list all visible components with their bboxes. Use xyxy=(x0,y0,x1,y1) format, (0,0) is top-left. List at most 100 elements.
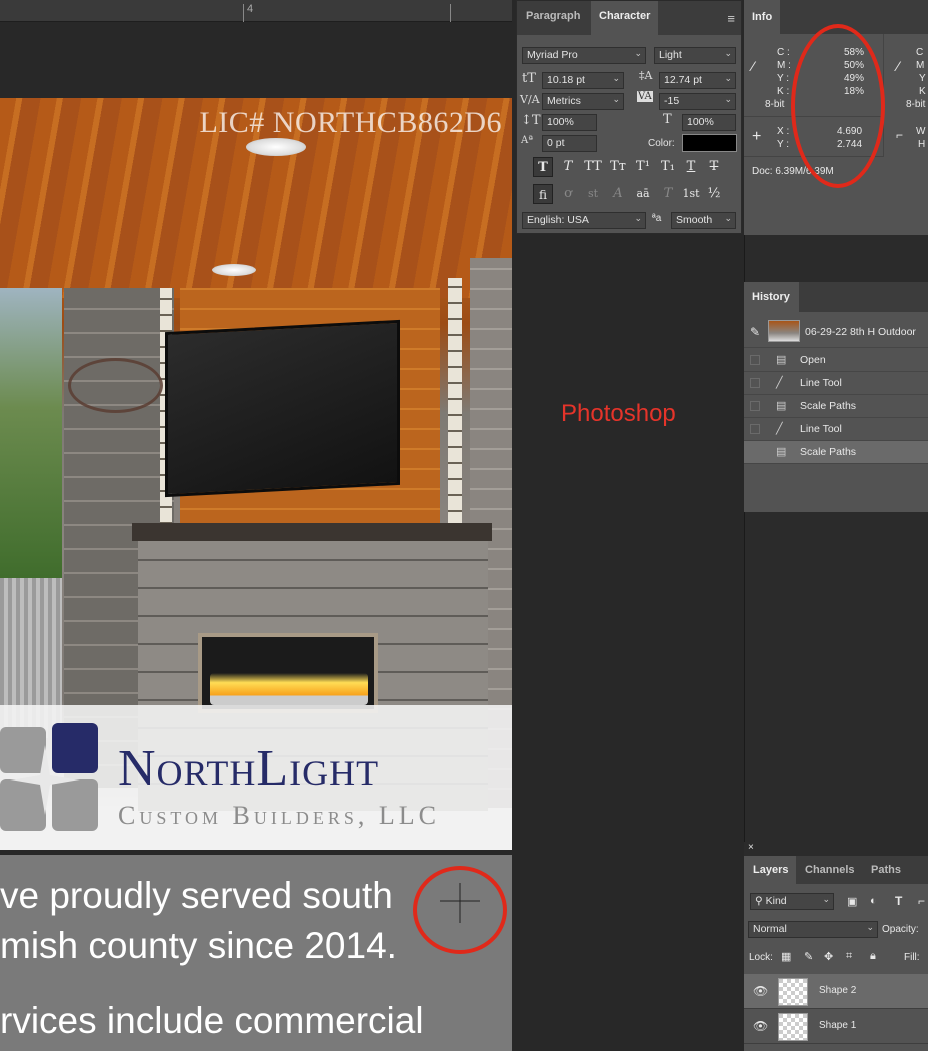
ligatures-button[interactable]: fi xyxy=(533,184,553,204)
seahawks-emblem xyxy=(68,358,163,413)
close-panel-icon[interactable]: × xyxy=(748,842,754,853)
right-magenta-label: M xyxy=(916,60,925,71)
cyan-label: C : xyxy=(777,47,790,58)
subscript-button[interactable]: T₁ xyxy=(658,157,678,177)
tracking-field[interactable]: -15 ⌄ xyxy=(659,93,736,110)
lock-transparent-icon[interactable]: ▦ xyxy=(781,950,791,963)
fractions-button[interactable]: ½ xyxy=(704,184,724,204)
lock-image-icon[interactable]: ✎ xyxy=(804,950,813,963)
font-size-field[interactable]: 10.18 pt ⌄ xyxy=(542,72,624,89)
faux-bold-button[interactable]: T xyxy=(533,157,553,177)
all-caps-button[interactable]: TT xyxy=(583,157,603,177)
tab-history[interactable]: History xyxy=(752,291,790,303)
horizontal-scale-field[interactable]: 100% xyxy=(682,114,736,131)
right-cyan-label: C xyxy=(916,47,924,58)
font-family-select[interactable]: Myriad Pro ⌄ xyxy=(522,47,646,64)
tab-character[interactable]: Character xyxy=(591,1,659,35)
lock-label: Lock: xyxy=(749,952,773,963)
leading-field[interactable]: 12.74 pt ⌄ xyxy=(659,72,736,89)
history-item[interactable]: ╱ Line Tool xyxy=(744,418,928,441)
red-annotation-circle-cursor xyxy=(413,866,507,954)
stylistic-alternates-button[interactable]: aā xyxy=(633,184,653,204)
horizontal-ruler: 4 xyxy=(0,0,512,22)
logo-name: NorthLight xyxy=(118,740,380,797)
body-line-1: ve proudly served south xyxy=(0,875,393,916)
layer-filter-select[interactable]: ⚲ Kind ⌄ xyxy=(750,893,834,910)
layer-thumbnail xyxy=(778,1013,808,1041)
x-label: X : xyxy=(777,126,790,137)
layers-panel: × Layers Channels Paths ⚲ Kind ⌄ ▣ ◐ T ⌐ … xyxy=(744,842,928,1051)
leading-icon: ‡A xyxy=(639,69,653,82)
filter-shape-icon[interactable]: ⌐ xyxy=(918,894,925,908)
baseline-shift-field[interactable]: 0 pt xyxy=(542,135,597,152)
kerning-icon: V/A xyxy=(520,93,540,106)
magenta-label: M : xyxy=(777,60,791,71)
kerning-select[interactable]: Metrics ⌄ xyxy=(542,93,624,110)
strikethrough-button[interactable]: T xyxy=(704,157,724,177)
layer-row[interactable]: 👁︎ Shape 1 xyxy=(744,1009,928,1044)
layer-name: Shape 1 xyxy=(819,1020,857,1031)
titling-button[interactable]: T xyxy=(658,184,678,204)
underline-button[interactable]: T xyxy=(681,157,701,177)
antialias-select[interactable]: Smooth ⌄ xyxy=(671,212,736,229)
eye-visibility-icon[interactable]: 👁︎ xyxy=(753,1019,768,1033)
tab-paths[interactable]: Paths xyxy=(871,864,901,876)
ruler-number: 4 xyxy=(247,3,254,15)
superscript-button[interactable]: T¹ xyxy=(633,157,653,177)
vertical-scale-field[interactable]: 100% xyxy=(542,114,597,131)
tab-layers[interactable]: Layers xyxy=(753,864,788,876)
panel-menu-icon[interactable]: ≡ xyxy=(727,11,735,26)
history-item[interactable]: ╱ Line Tool xyxy=(744,372,928,395)
tab-paragraph[interactable]: Paragraph xyxy=(526,10,580,22)
filter-adjustment-icon[interactable]: ◐ xyxy=(870,895,877,907)
font-style-select[interactable]: Light ⌄ xyxy=(654,47,736,64)
history-panel: History ✎ 06-29-22 8th H Outdoor ▤ Open ╱… xyxy=(744,282,928,512)
swash-button[interactable]: A xyxy=(608,184,628,204)
document-canvas[interactable]: 4 LIC# NORTHCB862D6 NorthLight Custom Bu… xyxy=(0,0,512,1051)
history-snapshot[interactable]: ✎ 06-29-22 8th H Outdoor xyxy=(744,316,928,348)
line-icon: ╱ xyxy=(776,377,783,389)
filter-pixel-icon[interactable]: ▣ xyxy=(847,895,857,908)
document-icon: ▤ xyxy=(776,446,787,458)
snapshot-thumbnail xyxy=(768,320,800,342)
license-number-text: LIC# NORTHCB862D6 xyxy=(199,106,502,139)
ordinals-button[interactable]: 1st xyxy=(681,184,701,204)
history-item[interactable]: ▤ Open xyxy=(744,349,928,372)
vertical-scale-icon: ↕T xyxy=(521,113,541,128)
right-yellow-label: Y xyxy=(919,73,926,84)
snapshot-brush-icon[interactable]: ✎ xyxy=(750,325,760,339)
layer-row-selected[interactable]: 👁︎ Shape 2 xyxy=(744,974,928,1009)
body-line-3: rvices include commercial xyxy=(0,1000,424,1041)
h-label: H xyxy=(918,139,926,150)
lock-artboard-icon[interactable]: ⌗ xyxy=(846,950,852,963)
lock-all-icon[interactable]: 🔒︎ xyxy=(870,950,876,963)
television xyxy=(165,319,400,498)
tab-channels[interactable]: Channels xyxy=(805,864,855,876)
crosshair-position-icon: + xyxy=(752,128,762,145)
small-caps-button[interactable]: Tт xyxy=(608,157,628,177)
eye-visibility-icon[interactable]: 👁︎ xyxy=(753,984,768,998)
black-label: K : xyxy=(777,86,790,97)
selection-size-icon: ⌐ xyxy=(896,128,904,142)
old-style-button[interactable]: st xyxy=(583,184,603,204)
history-item-selected[interactable]: ▤ Scale Paths xyxy=(744,441,928,464)
compass-star-icon xyxy=(10,745,80,815)
alt-ligatures-button[interactable]: ơ xyxy=(558,184,578,204)
yellow-label: Y : xyxy=(777,73,790,84)
snapshot-name: 06-29-22 8th H Outdoor xyxy=(805,326,916,338)
font-size-icon: tT xyxy=(522,71,536,86)
eyedropper-2-icon[interactable]: ⁄ xyxy=(897,58,899,74)
text-color-swatch[interactable] xyxy=(682,134,737,152)
eyedropper-icon[interactable]: ⁄ xyxy=(752,58,754,74)
line-icon: ╱ xyxy=(776,423,783,435)
w-label: W xyxy=(916,126,926,137)
history-item[interactable]: ▤ Scale Paths xyxy=(744,395,928,418)
blend-mode-select[interactable]: Normal ⌄ xyxy=(748,921,878,938)
lock-position-icon[interactable]: ✥ xyxy=(824,950,833,963)
language-select[interactable]: English: USA ⌄ xyxy=(522,212,646,229)
outdoor-fireplace-photo: LIC# NORTHCB862D6 NorthLight Custom Buil… xyxy=(0,98,512,850)
bit-depth: 8-bit xyxy=(765,99,785,110)
faux-italic-button[interactable]: T xyxy=(558,157,578,177)
tab-info[interactable]: Info xyxy=(752,11,772,23)
filter-type-icon[interactable]: T xyxy=(895,894,902,908)
